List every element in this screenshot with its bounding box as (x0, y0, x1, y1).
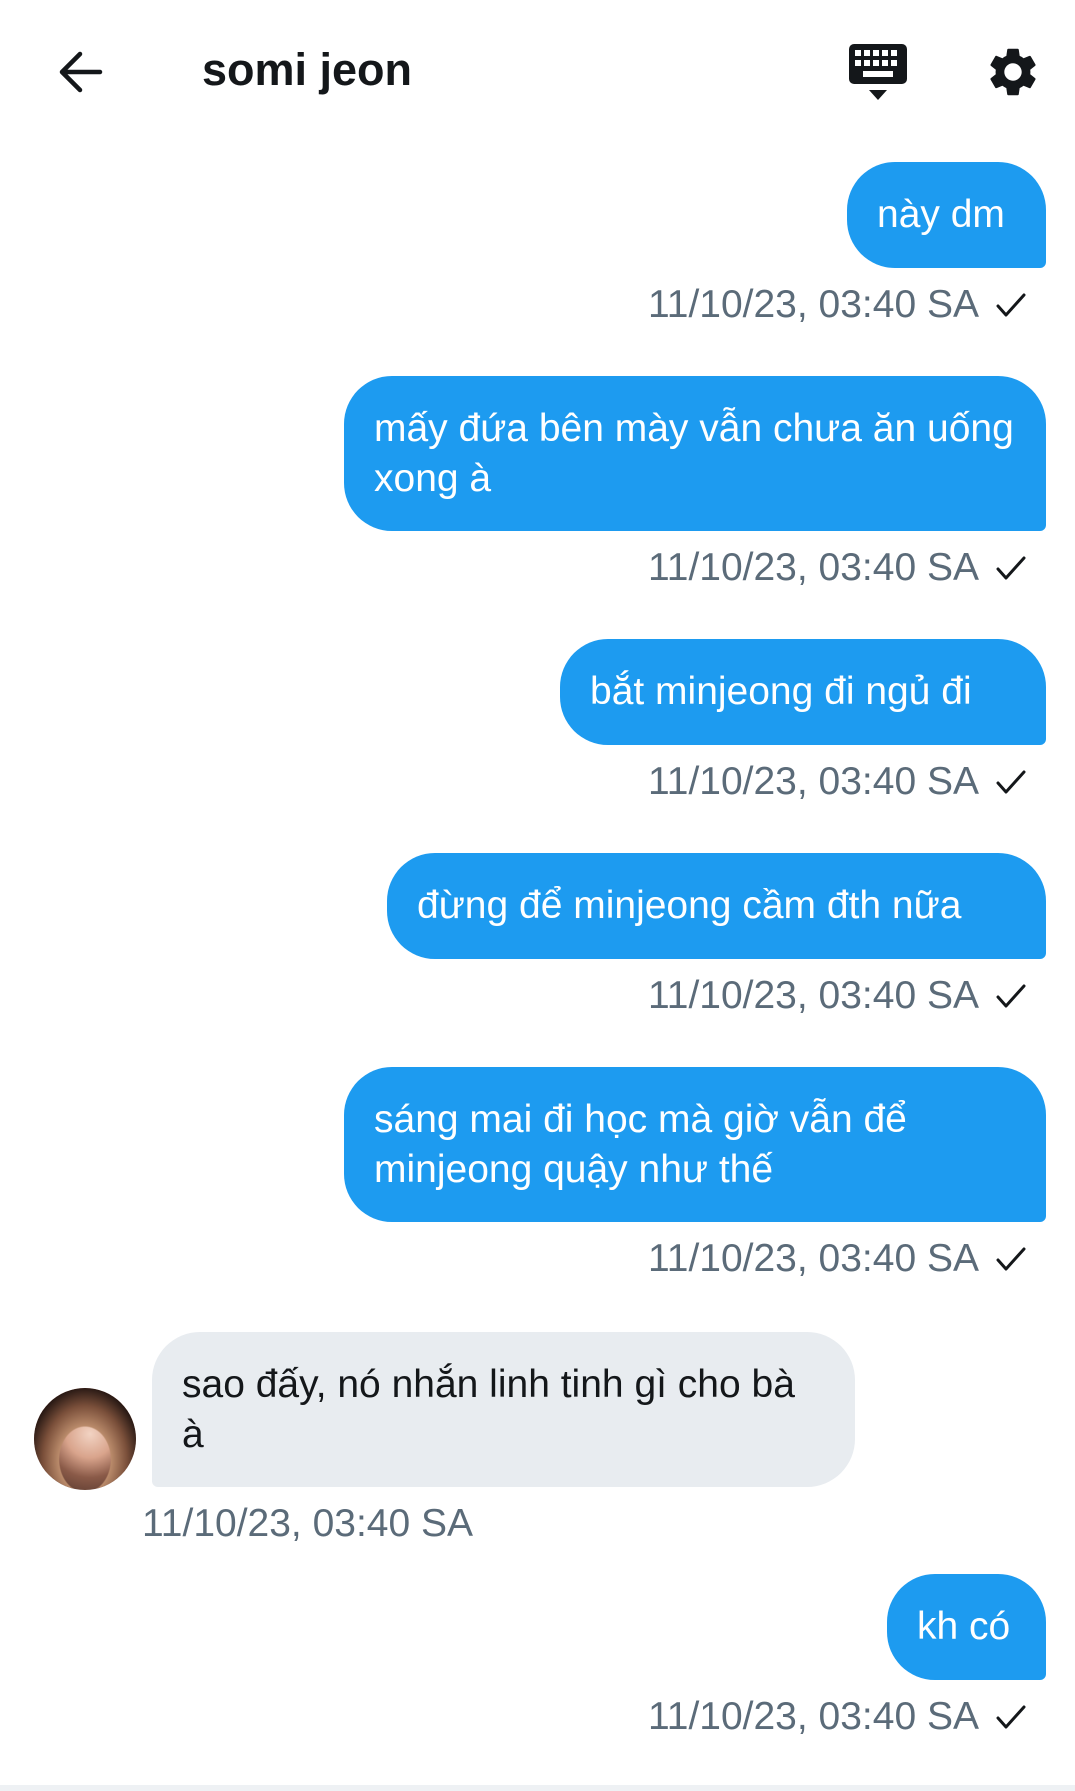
message-bubble-outgoing[interactable]: đừng để minjeong cầm đth nữa (387, 853, 1046, 959)
contact-avatar[interactable] (34, 1388, 136, 1490)
message-text: đừng để minjeong cầm đth nữa (417, 884, 962, 927)
message-text: này dm (877, 193, 1005, 236)
message-bubble-outgoing[interactable]: sáng mai đi học mà giờ vẫn để minjeong q… (344, 1067, 1046, 1222)
message-timestamp: 11/10/23, 03:40 SA (648, 1235, 1027, 1283)
message-bubble-outgoing[interactable]: kh có (887, 1574, 1046, 1680)
timestamp-text: 11/10/23, 03:40 SA (647, 546, 979, 589)
checkmark-icon (996, 556, 1026, 580)
keyboard-icon (849, 44, 907, 100)
message-bubble-incoming[interactable]: sao đấy, nó nhắn linh tinh gì cho bà à (152, 1332, 855, 1487)
checkmark-icon (996, 293, 1026, 317)
arrow-left-icon (59, 51, 103, 93)
timestamp-text: 11/10/23, 03:40 SA (647, 974, 979, 1017)
checkmark-icon (996, 1247, 1026, 1271)
chat-title: somi jeon (202, 44, 413, 95)
timestamp-text: 11/10/23, 03:40 SA (142, 1502, 474, 1545)
avatar-image (34, 1388, 136, 1490)
back-button[interactable] (48, 40, 112, 104)
message-timestamp: 11/10/23, 03:40 SA (648, 972, 1027, 1020)
message-text: mấy đứa bên mày vẫn chưa ăn uống xong à (374, 406, 1014, 500)
chat-header: somi jeon (0, 0, 1075, 140)
message-timestamp: 11/10/23, 03:40 SA (648, 1693, 1027, 1741)
checkmark-icon (996, 1705, 1026, 1729)
message-text: sáng mai đi học mà giờ vẫn để minjeong q… (374, 1097, 907, 1191)
message-timestamp: 11/10/23, 03:40 SA (648, 758, 1027, 806)
timestamp-text: 11/10/23, 03:40 SA (647, 1695, 979, 1738)
message-text: sao đấy, nó nhắn linh tinh gì cho bà à (182, 1362, 795, 1456)
settings-button[interactable] (978, 36, 1048, 108)
message-bubble-outgoing[interactable]: bắt minjeong đi ngủ đi (560, 639, 1046, 745)
composer-divider (0, 1785, 1075, 1791)
message-timestamp: 11/10/23, 03:40 SA (648, 544, 1027, 592)
message-timestamp: 11/10/23, 03:40 SA (142, 1500, 473, 1548)
keyboard-button[interactable] (842, 36, 914, 108)
timestamp-text: 11/10/23, 03:40 SA (647, 760, 979, 803)
checkmark-icon (996, 984, 1026, 1008)
message-bubble-outgoing[interactable]: mấy đứa bên mày vẫn chưa ăn uống xong à (344, 376, 1046, 531)
message-text: kh có (917, 1605, 1011, 1648)
timestamp-text: 11/10/23, 03:40 SA (647, 283, 979, 326)
message-bubble-outgoing[interactable]: này dm (847, 162, 1046, 268)
timestamp-text: 11/10/23, 03:40 SA (647, 1237, 979, 1280)
checkmark-icon (996, 770, 1026, 794)
gear-icon (990, 48, 1036, 96)
message-timestamp: 11/10/23, 03:40 SA (648, 281, 1027, 329)
message-text: bắt minjeong đi ngủ đi (590, 670, 972, 713)
